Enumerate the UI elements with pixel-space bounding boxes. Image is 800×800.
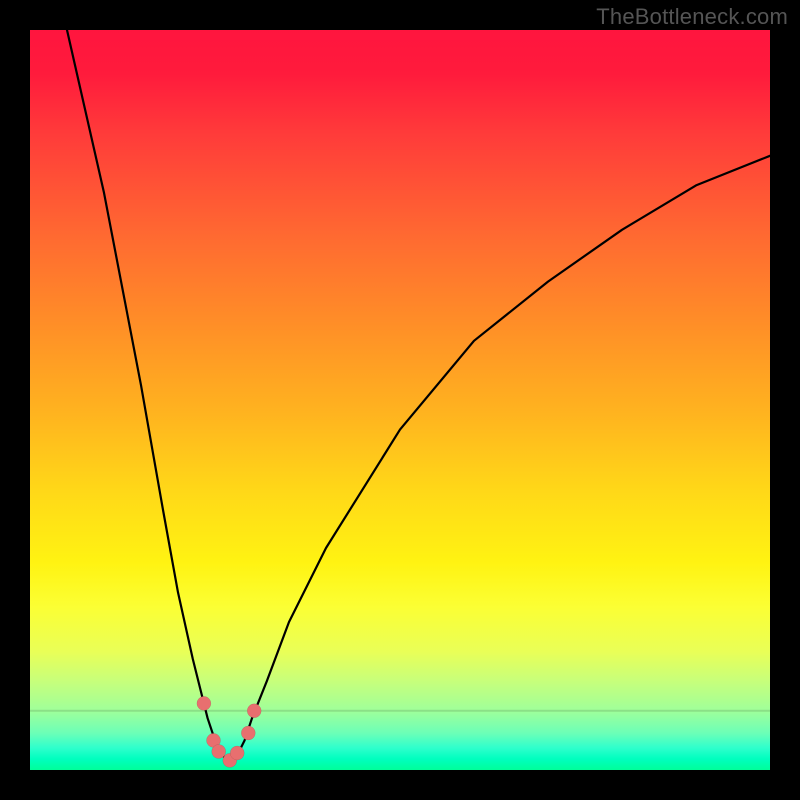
bottleneck-curve-line [67, 30, 770, 763]
curve-marker-dot [212, 745, 226, 759]
curve-marker-dot [247, 704, 261, 718]
curve-marker-dots [197, 696, 261, 767]
curve-marker-dot [230, 746, 244, 760]
bottleneck-curve-svg [30, 30, 770, 770]
curve-marker-dot [197, 696, 211, 710]
chart-plot-area [30, 30, 770, 770]
watermark-text: TheBottleneck.com [596, 4, 788, 30]
curve-marker-dot [241, 726, 255, 740]
